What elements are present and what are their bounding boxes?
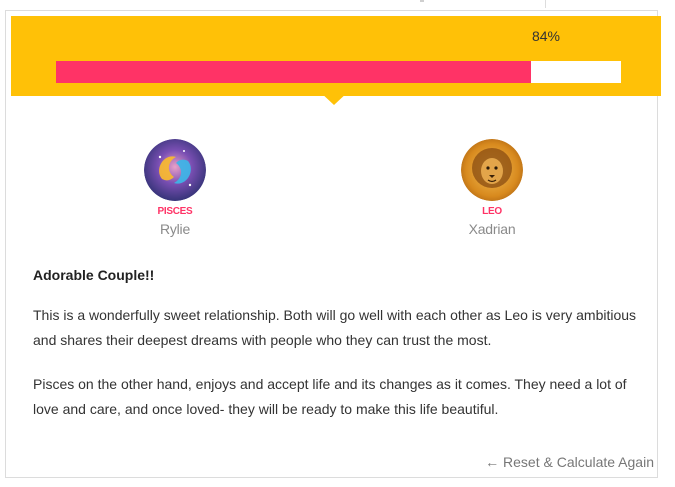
top-divider-mark	[420, 0, 424, 2]
partner-sign: LEO	[482, 206, 502, 217]
partner-sign: PISCES	[157, 206, 193, 217]
compatibility-result-card: 84% PISCES Rylie LEO Xadrian Adorable Co…	[5, 10, 661, 478]
partner-name: Rylie	[159, 221, 191, 237]
banner-pointer-arrow	[319, 91, 349, 105]
reset-calculate-link[interactable]: ← Reset & Calculate Again	[485, 454, 654, 470]
top-divider-line	[545, 0, 546, 8]
compatibility-progress-bar	[56, 61, 621, 83]
result-paragraph: This is a wonderfully sweet relationship…	[33, 307, 637, 348]
partner-name: Xadrian	[468, 221, 516, 237]
leo-icon	[461, 139, 523, 201]
compatibility-progress-fill	[56, 61, 531, 83]
compatibility-percent: 84%	[531, 28, 561, 44]
pisces-icon	[144, 139, 206, 201]
result-paragraph: Pisces on the other hand, enjoys and acc…	[33, 376, 627, 417]
result-banner: 84%	[11, 16, 661, 96]
partner-leo: LEO Xadrian	[422, 139, 562, 237]
result-headline: Adorable Couple!!	[33, 267, 155, 283]
partner-pisces: PISCES Rylie	[105, 139, 245, 237]
top-strip	[0, 0, 675, 10]
